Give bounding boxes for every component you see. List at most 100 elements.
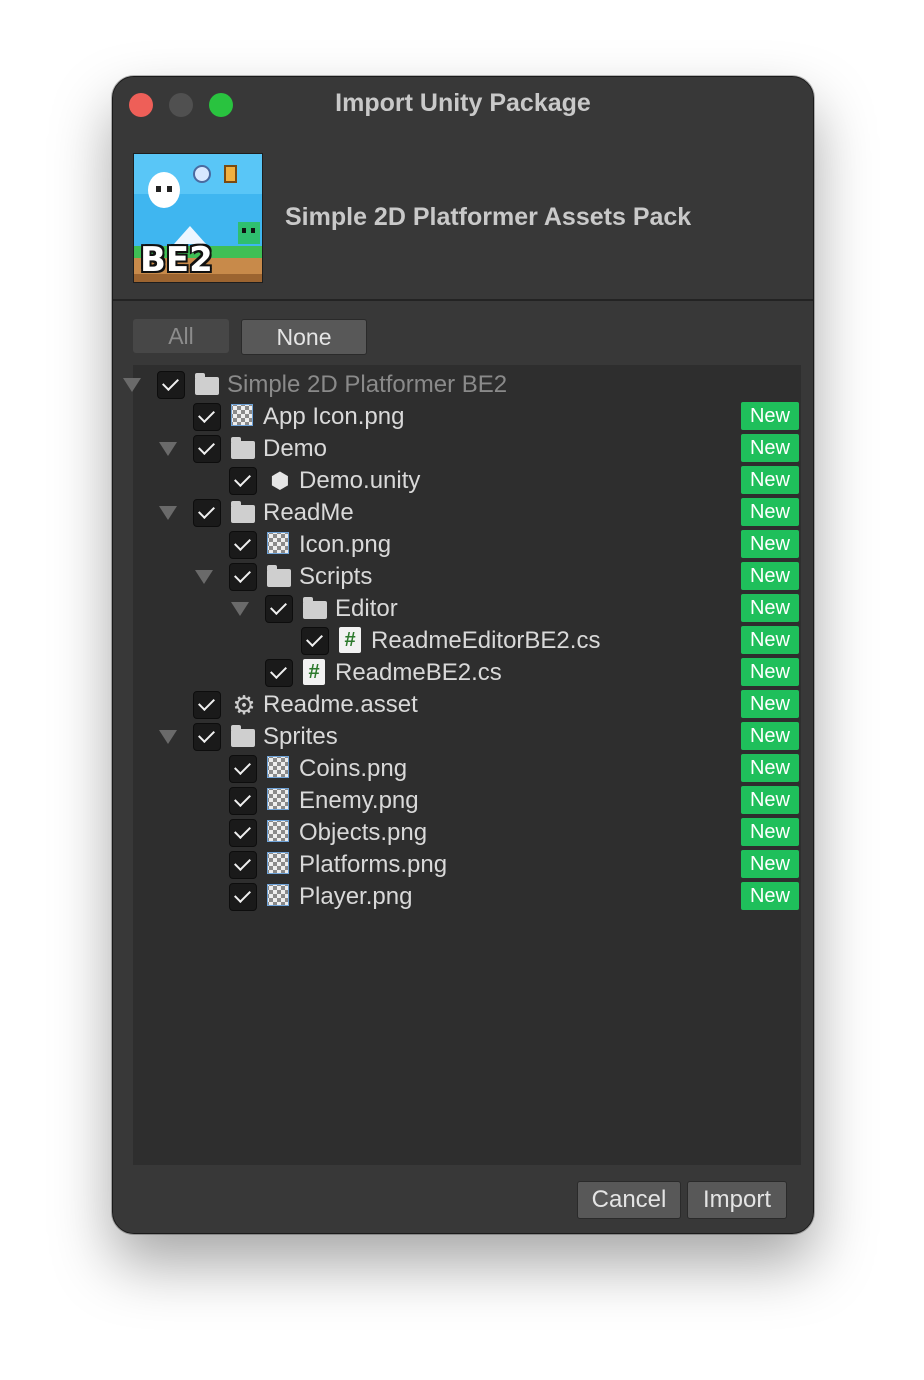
content-area: All None Simple 2D Platformer BE2 App Ico… — [113, 301, 813, 1165]
item-checkbox[interactable] — [229, 531, 257, 559]
image-icon — [231, 404, 253, 426]
expand-arrow-icon[interactable] — [195, 570, 213, 584]
tree-item-label: Player.png — [299, 883, 413, 910]
item-checkbox[interactable] — [193, 691, 221, 719]
folder-icon — [195, 373, 219, 395]
tree-row[interactable]: Enemy.png New — [133, 785, 801, 817]
new-badge: New — [741, 530, 799, 558]
select-all-button[interactable]: All — [133, 319, 229, 353]
tree-item-label: Platforms.png — [299, 851, 448, 878]
item-checkbox[interactable] — [229, 787, 257, 815]
folder-icon — [231, 437, 255, 459]
item-checkbox[interactable] — [157, 371, 185, 399]
tree-row[interactable]: Sprites New — [133, 721, 801, 753]
image-icon — [267, 852, 289, 874]
folder-icon — [267, 565, 291, 587]
expand-arrow-icon[interactable] — [123, 378, 141, 392]
new-badge: New — [741, 850, 799, 878]
item-checkbox[interactable] — [229, 755, 257, 783]
tree-row[interactable]: Coins.png New — [133, 753, 801, 785]
cs-icon: # — [339, 627, 361, 653]
expand-arrow-icon[interactable] — [159, 506, 177, 520]
tree-row[interactable]: ⚙ Readme.asset New — [133, 689, 801, 721]
tree-item-label: Coins.png — [299, 755, 408, 782]
new-badge: New — [741, 658, 799, 686]
folder-icon — [303, 597, 327, 619]
image-icon — [267, 756, 289, 778]
tree-item-label: Simple 2D Platformer BE2 — [227, 371, 508, 398]
import-button[interactable]: Import — [687, 1181, 787, 1219]
title-bar: Import Unity Package — [113, 77, 813, 133]
window-title: Import Unity Package — [335, 89, 591, 117]
image-icon — [267, 788, 289, 810]
tree-item-label: Demo.unity — [299, 467, 421, 494]
cancel-button[interactable]: Cancel — [577, 1181, 681, 1219]
tree-row[interactable]: ⬢ Demo.unity New — [133, 465, 801, 497]
item-checkbox[interactable] — [229, 851, 257, 879]
tree-row[interactable]: Platforms.png New — [133, 849, 801, 881]
import-dialog: Import Unity Package BE2 Simple 2D Platf… — [112, 76, 814, 1234]
asset-tree: Simple 2D Platformer BE2 App Icon.png New D… — [123, 365, 801, 1165]
new-badge: New — [741, 882, 799, 910]
tree-row[interactable]: App Icon.png New — [133, 401, 801, 433]
image-icon — [267, 884, 289, 906]
new-badge: New — [741, 818, 799, 846]
expand-arrow-icon[interactable] — [231, 602, 249, 616]
tree-row[interactable]: Simple 2D Platformer BE2 — [123, 369, 801, 401]
tree-row[interactable]: # ReadmeBE2.cs New — [133, 657, 801, 689]
tree-row[interactable]: Icon.png New — [133, 529, 801, 561]
cs-icon: # — [303, 659, 325, 685]
item-checkbox[interactable] — [265, 659, 293, 687]
tree-item-label: Demo — [263, 435, 328, 462]
new-badge: New — [741, 722, 799, 750]
item-checkbox[interactable] — [229, 883, 257, 911]
tree-row[interactable]: Editor New — [133, 593, 801, 625]
new-badge: New — [741, 466, 799, 494]
tree-item-label: Readme.asset — [263, 691, 418, 718]
tree-item-label: Editor — [335, 595, 398, 622]
tree-row[interactable]: # ReadmeEditorBE2.cs New — [133, 625, 801, 657]
new-badge: New — [741, 402, 799, 430]
expand-arrow-icon[interactable] — [159, 730, 177, 744]
tree-item-label: Objects.png — [299, 819, 428, 846]
new-badge: New — [741, 626, 799, 654]
item-checkbox[interactable] — [229, 819, 257, 847]
new-badge: New — [741, 786, 799, 814]
tree-row[interactable]: Objects.png New — [133, 817, 801, 849]
tree-item-label: Enemy.png — [299, 787, 419, 814]
package-header: BE2 Simple 2D Platformer Assets Pack — [113, 133, 813, 301]
tree-item-label: ReadMe — [263, 499, 354, 526]
tree-row[interactable]: Player.png New — [133, 881, 801, 913]
unity-icon: ⬢ — [270, 468, 290, 493]
folder-icon — [231, 725, 255, 747]
new-badge: New — [741, 594, 799, 622]
dialog-footer: Cancel Import — [113, 1165, 813, 1233]
image-icon — [267, 532, 289, 554]
item-checkbox[interactable] — [193, 435, 221, 463]
item-checkbox[interactable] — [193, 499, 221, 527]
tree-row[interactable]: Scripts New — [133, 561, 801, 593]
tree-item-label: App Icon.png — [263, 403, 405, 430]
package-icon: BE2 — [133, 153, 263, 283]
tree-row[interactable]: ReadMe New — [133, 497, 801, 529]
item-checkbox[interactable] — [301, 627, 329, 655]
new-badge: New — [741, 690, 799, 718]
tree-item-label: Scripts — [299, 563, 373, 590]
item-checkbox[interactable] — [229, 467, 257, 495]
item-checkbox[interactable] — [193, 723, 221, 751]
folder-icon — [231, 501, 255, 523]
select-none-button[interactable]: None — [241, 319, 367, 355]
new-badge: New — [741, 562, 799, 590]
tree-item-label: Sprites — [263, 723, 338, 750]
image-icon — [267, 820, 289, 842]
package-icon-text: BE2 — [140, 240, 213, 280]
item-checkbox[interactable] — [193, 403, 221, 431]
new-badge: New — [741, 754, 799, 782]
tree-item-label: ReadmeBE2.cs — [335, 659, 502, 686]
expand-arrow-icon[interactable] — [159, 442, 177, 456]
item-checkbox[interactable] — [265, 595, 293, 623]
tree-item-label: ReadmeEditorBE2.cs — [371, 627, 601, 654]
tree-row[interactable]: Demo New — [133, 433, 801, 465]
new-badge: New — [741, 498, 799, 526]
item-checkbox[interactable] — [229, 563, 257, 591]
